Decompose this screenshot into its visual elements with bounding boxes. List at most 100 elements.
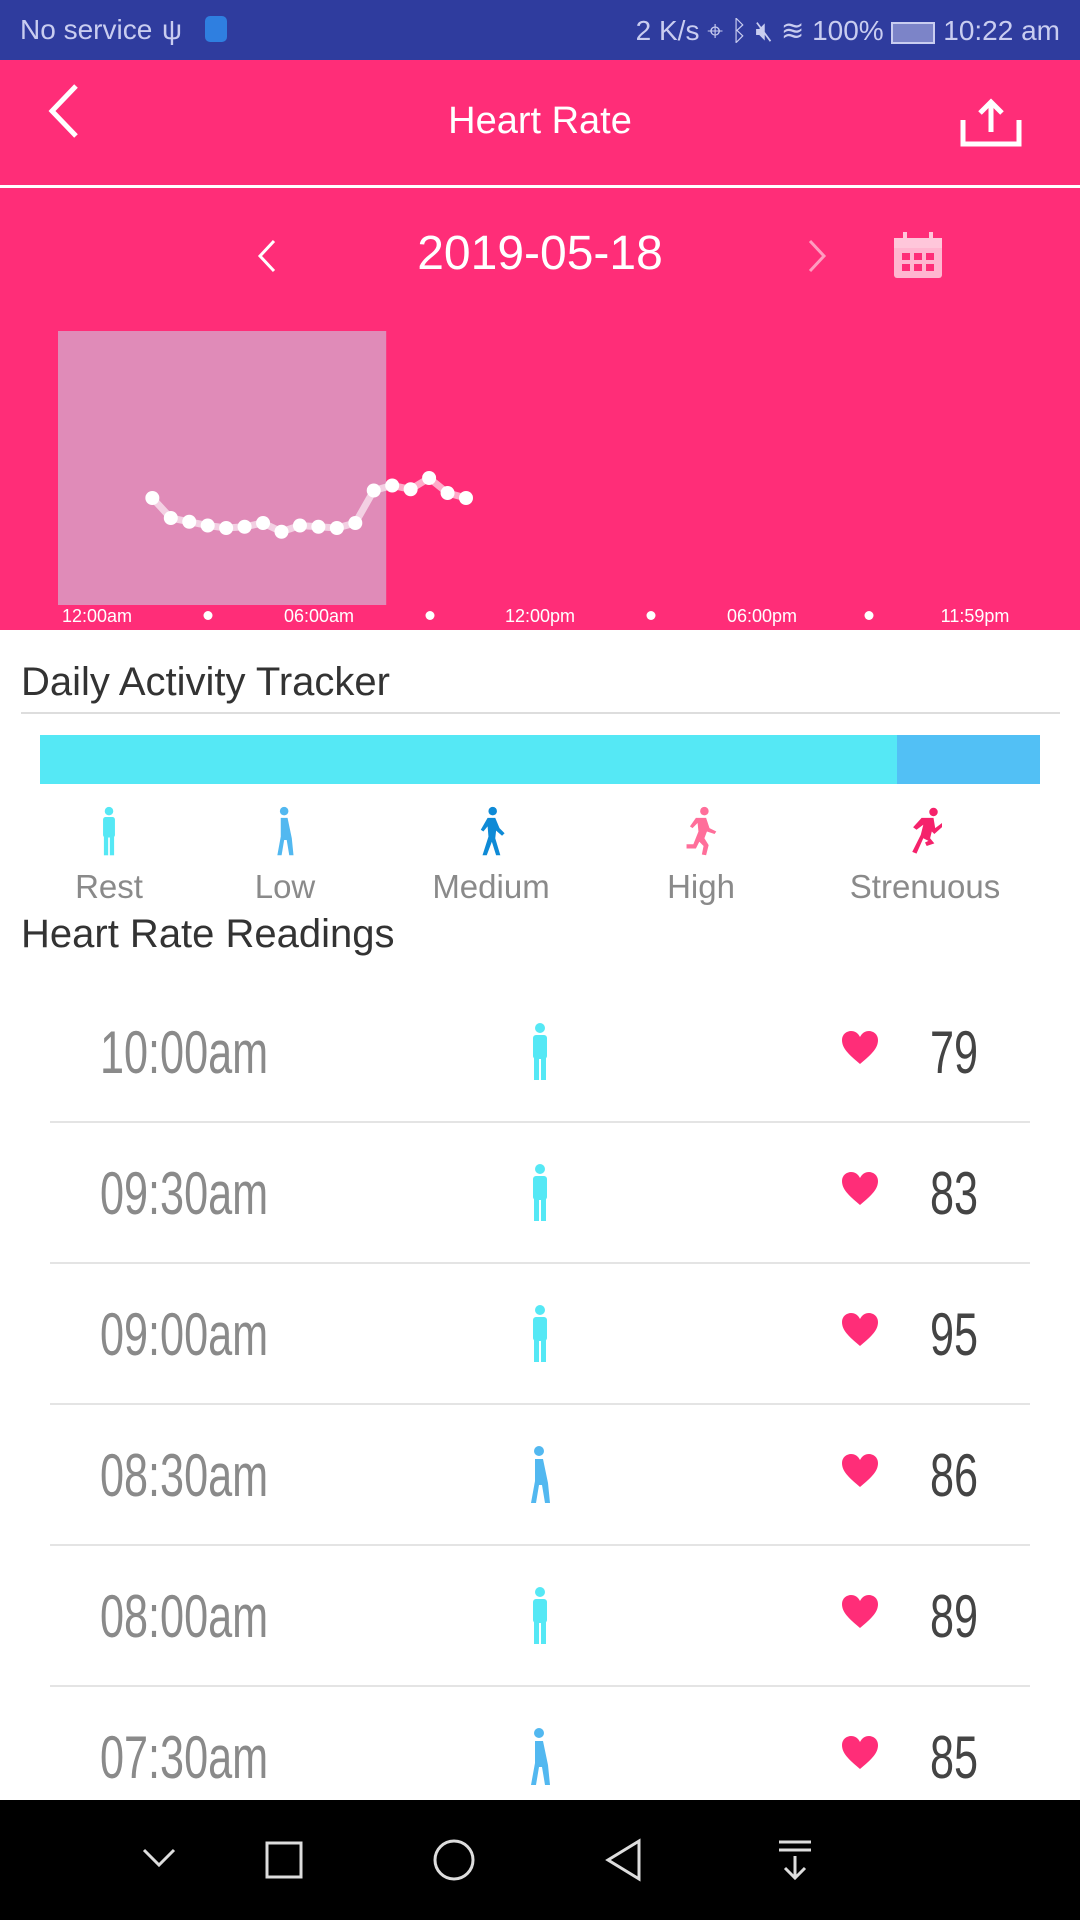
data-point [200,518,215,533]
x-tick-label: 12:00am [61,606,133,626]
standing-person-icon [520,1586,560,1651]
clock-text: 10:22 am [943,15,1060,46]
status-right: 2 K/s ⌖ ᛒ 🔇︎ ≋ 100% 10:22 am [636,14,1060,48]
reading-bpm: 83 [930,1160,979,1227]
x-tick-label: 12:00pm [504,606,576,626]
x-minor-tick [203,611,213,620]
legend-label: Medium [432,868,550,905]
legend-low: Low [185,806,385,906]
data-point [440,486,455,500]
reading-time: 07:30am [100,1724,269,1791]
data-point [145,491,160,505]
walking-person-icon [520,1445,560,1510]
speed-text: 2 K/s [635,15,700,46]
reading-bpm: 79 [930,1019,979,1086]
data-point [459,491,473,505]
legend-label: High [667,868,735,905]
x-minor-tick [646,611,656,620]
x-minor-tick [425,611,434,620]
reading-bpm: 86 [930,1442,979,1509]
reading-row[interactable]: 09:30am 83 [50,1123,1030,1264]
app-header: Heart Rate [0,60,1080,186]
heart-icon [842,1454,878,1487]
data-point [237,519,252,534]
data-point [219,521,234,535]
section-divider [21,712,1060,714]
x-tick-label: 06:00pm [726,606,798,626]
legend-label: Strenuous [849,868,1001,905]
activity-bar [40,735,1040,784]
data-point [292,518,307,533]
reading-row[interactable]: 10:00am 79 [50,982,1030,1123]
usb-icon: ψ [162,14,182,45]
legend-label: Low [254,868,316,905]
reading-time: 08:30am [100,1442,269,1509]
chart-plot [58,331,473,605]
reading-bpm: 95 [930,1301,979,1368]
status-bar: No service ψ 2 K/s ⌖ ᛒ 🔇︎ ≋ 100% 10:22 a… [0,0,1080,60]
data-point [274,524,289,539]
data-point [348,516,363,530]
data-point [385,478,400,493]
standing-person-icon [520,1304,560,1369]
notification-down-icon[interactable] [776,1838,814,1882]
page-title: Heart Rate [448,100,632,142]
standing-person-icon [520,1022,560,1087]
data-point [182,514,197,529]
battery-icon [891,21,936,44]
reading-time: 09:00am [100,1301,269,1368]
walking-fast-person-icon [391,806,591,862]
data-point [163,511,178,525]
heart-icon [842,1172,878,1205]
battery-text: 100% [812,15,884,46]
reading-time: 10:00am [100,1019,269,1086]
reading-row[interactable]: 08:30am 86 [50,1405,1030,1546]
data-point [311,519,326,534]
walking-person-icon [185,806,385,862]
legend-rest: Rest [9,806,209,906]
heart-icon [842,1031,878,1064]
wifi-icon: ≋ [780,15,805,46]
data-point [403,482,418,497]
heart-icon [842,1313,878,1346]
activity-title: Daily Activity Tracker [21,660,390,704]
shield-icon [205,16,227,42]
sprinting-person-icon [825,806,1025,862]
bluetooth-icon: ᛒ [730,15,748,46]
heart-rate-chart: 2019-05-18 12:00am 06:00am 12:00pm 06:00pm 1… [0,188,1080,630]
upload-icon[interactable] [960,98,1022,148]
reading-bpm: 85 [930,1724,979,1791]
standing-person-icon [520,1163,560,1228]
reading-time: 08:00am [100,1583,269,1650]
data-point [329,521,344,535]
walking-person-icon [520,1727,560,1792]
heart-icon [842,1595,878,1628]
running-person-icon [601,806,801,862]
heart-icon [842,1736,878,1769]
reading-time: 09:30am [100,1160,269,1227]
circle-icon[interactable] [432,1838,476,1882]
mute-icon: 🔇︎ [755,15,774,46]
data-point [256,516,271,530]
sleep-highlight [58,331,387,605]
legend-medium: Medium [391,806,591,906]
x-tick-label: 06:00am [283,606,355,626]
reading-row[interactable]: 09:00am 95 [50,1264,1030,1405]
data-point [422,471,437,485]
legend-high: High [601,806,801,906]
reading-row[interactable]: 08:00am 89 [50,1546,1030,1687]
x-tick-label: 11:59pm [940,606,1010,626]
activity-segment-low [897,735,1040,784]
activity-segment-rest [40,735,897,784]
reading-bpm: 89 [930,1583,979,1650]
chevron-down-icon[interactable] [140,1845,178,1871]
data-point [366,483,381,498]
square-icon[interactable] [264,1840,304,1880]
carrier-text: No service [20,14,153,45]
triangle-back-icon[interactable] [604,1838,644,1882]
legend-label: Rest [75,868,143,905]
x-minor-tick [864,611,873,620]
location-icon: ⌖ [707,15,724,46]
standing-person-icon [9,806,209,862]
readings-title: Heart Rate Readings [21,912,395,956]
